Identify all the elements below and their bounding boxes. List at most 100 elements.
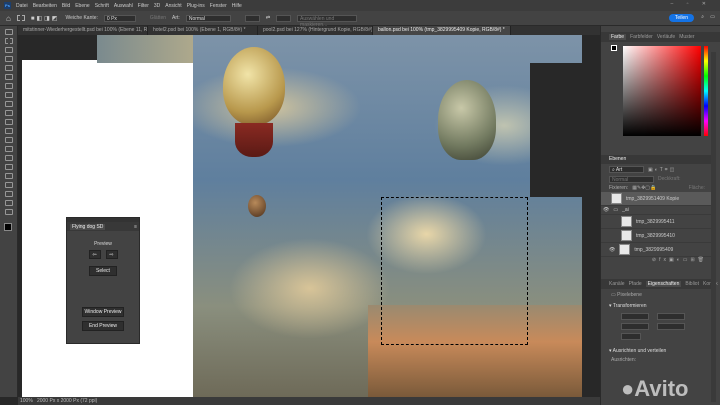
marquee-tool-icon[interactable]: [5, 38, 13, 44]
move-tool-icon[interactable]: [5, 29, 13, 35]
previous-arrow-button[interactable]: ⇦: [88, 250, 101, 259]
tab-patterns[interactable]: Muster: [679, 34, 694, 40]
eye-icon[interactable]: 👁: [603, 207, 609, 213]
zoom-tool-icon[interactable]: [5, 209, 13, 215]
shape-tool-icon[interactable]: [5, 191, 13, 197]
home-icon[interactable]: ⌂: [6, 14, 11, 23]
transform-section[interactable]: ▾ Transformieren: [601, 301, 713, 311]
zoom-level[interactable]: 100%: [20, 398, 33, 404]
soft-edge-input[interactable]: 0 Px: [103, 14, 136, 22]
tab-paths[interactable]: Pfade: [629, 281, 642, 287]
search-icon[interactable]: ⌕: [701, 14, 704, 20]
folder-icon: ▭: [613, 207, 619, 213]
properties-tabs: Kanäle Pfade Eigenschaften Bibliot Korre…: [601, 279, 718, 289]
panel-scrollbar[interactable]: [711, 52, 716, 402]
blend-mode-select[interactable]: Normal: [609, 176, 654, 183]
fg-bg-swatch[interactable]: [611, 45, 621, 55]
select-and-mask-button[interactable]: Auswählen und maskieren...: [297, 14, 358, 28]
menu-item[interactable]: Filter: [138, 3, 149, 9]
soft-edge-label: Weiche Kante:: [65, 15, 98, 21]
layer-group-row[interactable]: 👁 ▭ _ai: [601, 206, 713, 215]
brush-tool-icon[interactable]: [5, 101, 13, 107]
menu-item[interactable]: Ebene: [75, 3, 89, 9]
stamp-tool-icon[interactable]: [5, 110, 13, 116]
layer-actions-icons[interactable]: ⊘fx▣◐▭⊞🗑: [601, 257, 713, 263]
layer-row[interactable]: tmp_3829995410: [601, 229, 713, 243]
swap-icon[interactable]: ⇄: [266, 15, 270, 21]
tab-document[interactable]: pool2.psd bei 127% (Hintergrund Kopie, R…: [258, 26, 373, 35]
share-button[interactable]: Teilen: [668, 14, 694, 22]
window-preview-button[interactable]: Window Preview: [82, 307, 124, 317]
menu-item[interactable]: Hilfe: [232, 3, 242, 9]
tab-channels[interactable]: Kanäle: [609, 281, 625, 287]
menu-item[interactable]: Plug-ins: [187, 3, 205, 9]
layer-row[interactable]: tmp_3829995411: [601, 215, 713, 229]
menu-item[interactable]: Auswahl: [114, 3, 133, 9]
layer-row-selected[interactable]: tmp_3829951409 Kopie: [601, 192, 713, 206]
menu-item[interactable]: Ansicht: [165, 3, 181, 9]
balloon-green: [438, 80, 496, 160]
color-picker-field[interactable]: [623, 46, 701, 136]
hue-slider[interactable]: [704, 46, 708, 136]
menu-item[interactable]: 3D: [154, 3, 160, 9]
color-panel-tabs: Farbe Farbfelder Verläufe Muster: [601, 32, 720, 42]
color-swatches[interactable]: [4, 223, 17, 237]
gradient-tool-icon[interactable]: [5, 137, 13, 143]
eye-icon[interactable]: 👁: [609, 247, 615, 253]
width-input[interactable]: [244, 14, 260, 22]
panel-menu-icon[interactable]: ≡: [134, 224, 137, 230]
smooth-checkbox[interactable]: Glätten: [150, 15, 166, 21]
path-select-icon[interactable]: [5, 182, 13, 188]
hand-tool-icon[interactable]: [5, 200, 13, 206]
tab-document[interactable]: hotel2.psd bei 100% (Ebene 1, RGB/8#) *: [148, 26, 258, 35]
menu-item[interactable]: Bild: [62, 3, 70, 9]
layer-thumbnail: [621, 216, 632, 227]
eyedropper-tool-icon[interactable]: [5, 83, 13, 89]
dodge-tool-icon[interactable]: [5, 155, 13, 161]
layer-name: tmp_3829995411: [636, 218, 675, 225]
blur-tool-icon[interactable]: [5, 146, 13, 152]
healing-brush-icon[interactable]: [5, 92, 13, 98]
crop-tool-icon[interactable]: [5, 65, 13, 71]
layer-filter-icons[interactable]: ▣◐T⌗◫: [648, 167, 676, 173]
angle-input[interactable]: [621, 333, 641, 340]
quick-select-tool-icon[interactable]: [5, 56, 13, 62]
eraser-tool-icon[interactable]: [5, 128, 13, 134]
pen-tool-icon[interactable]: [5, 164, 13, 170]
menu-bar: Ps Datei Bearbeiten Bild Ebene Schrift A…: [0, 0, 720, 11]
menu-item[interactable]: Datei: [16, 3, 28, 9]
menu-item[interactable]: Bearbeiten: [33, 3, 57, 9]
document-tabs: mitstinner-Wiederhergestellt.psd bei 100…: [18, 26, 600, 35]
window-controls[interactable]: – ▫ ✕: [670, 1, 712, 7]
height-input[interactable]: [276, 14, 292, 22]
workspace-icon[interactable]: ▭: [710, 14, 715, 20]
marquee-tool-icon[interactable]: [16, 15, 25, 21]
end-preview-button[interactable]: End Preview: [82, 321, 124, 331]
tab-libraries[interactable]: Bibliot: [685, 281, 699, 287]
align-section[interactable]: ▾ Ausrichten und verteilen: [601, 342, 713, 356]
lock-icons[interactable]: ▦✎✥▢🔒: [632, 185, 656, 191]
menu-item[interactable]: Fenster: [210, 3, 227, 9]
plugin-panel: Flying dog SD ≡ Preview ⇦ ⇨ Select Windo…: [66, 217, 140, 344]
selection-marquee[interactable]: [381, 197, 528, 345]
tab-swatches[interactable]: Farbfelder: [630, 34, 653, 40]
lasso-tool-icon[interactable]: [5, 47, 13, 53]
style-select[interactable]: Normal: [185, 14, 231, 22]
history-brush-icon[interactable]: [5, 119, 13, 125]
layer-name: tmp_3829995410: [636, 232, 675, 239]
layer-row[interactable]: 👁 tmp_3829995409: [601, 243, 713, 257]
selection-mode-icons[interactable]: ■◧◨◩: [31, 15, 60, 22]
menu-item[interactable]: Schrift: [95, 3, 109, 9]
tab-document-active[interactable]: ballon.psd bei 100% (tmp_3829995409 Kopi…: [373, 26, 511, 35]
canvas-area[interactable]: Flying dog SD ≡ Preview ⇦ ⇨ Select Windo…: [18, 35, 600, 397]
layer-filter-select[interactable]: ⌕ Art: [609, 166, 644, 173]
select-button[interactable]: Select: [89, 266, 117, 276]
tab-color[interactable]: Farbe: [609, 34, 627, 40]
tab-gradients[interactable]: Verläufe: [657, 34, 675, 40]
right-panels: Farbe Farbfelder Verläufe Muster Ebenen …: [600, 26, 720, 405]
tab-properties[interactable]: Eigenschaften: [645, 281, 682, 287]
next-arrow-button[interactable]: ⇨: [105, 250, 118, 259]
frame-tool-icon[interactable]: [5, 74, 13, 80]
type-tool-icon[interactable]: [5, 173, 13, 179]
tab-document[interactable]: mitstinner-Wiederhergestellt.psd bei 100…: [18, 26, 148, 35]
